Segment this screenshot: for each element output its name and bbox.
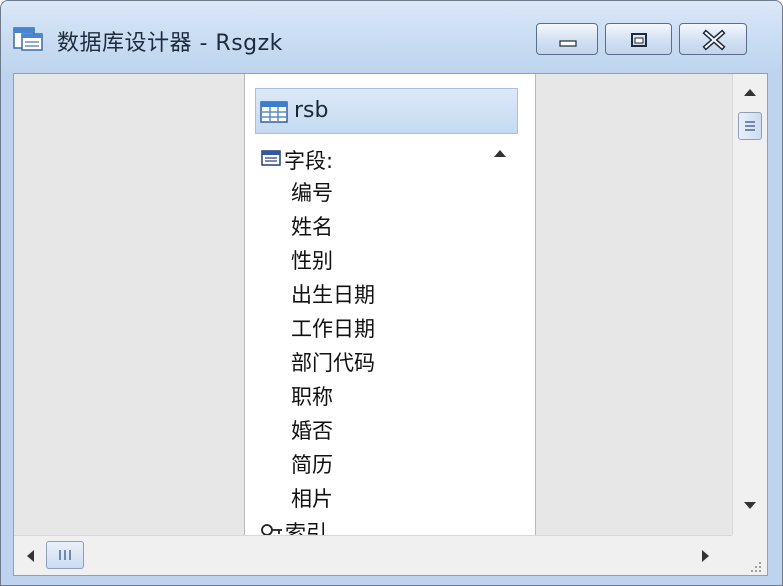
title-bar[interactable]: 数据库设计器 - Rsgzk [1,1,782,71]
scroll-up-arrow-icon[interactable] [493,149,507,159]
vertical-scrollbar[interactable] [732,74,767,535]
resize-grip-icon [751,562,761,572]
field-list-scrollbar[interactable] [485,137,518,535]
field-list[interactable]: 字段: 编号 姓名 性别 出生日期 工作日期 部门代码 职称 婚否 简历 相片 [257,137,485,535]
field-item[interactable]: 出生日期 [291,279,375,309]
field-item[interactable]: 性别 [291,245,333,275]
scroll-left-arrow-icon[interactable] [26,549,36,563]
table-window-rsb[interactable]: rsb 字段: 编号 姓名 性别 出生日期 工作日期 部门代码 职称 婚否 简历… [244,74,536,535]
vertical-scroll-thumb[interactable] [738,112,762,140]
resize-grip[interactable] [732,535,767,575]
designer-client-area: rsb 字段: 编号 姓名 性别 出生日期 工作日期 部门代码 职称 婚否 简历… [13,73,768,576]
field-item[interactable]: 职称 [291,381,333,411]
design-canvas[interactable]: rsb 字段: 编号 姓名 性别 出生日期 工作日期 部门代码 职称 婚否 简历… [14,74,732,535]
grip-lines-icon [745,121,755,131]
scroll-down-arrow-icon[interactable] [743,500,757,510]
window-title: 数据库设计器 - Rsgzk [57,31,283,56]
index-group-label: 索引 [285,521,327,535]
horizontal-scrollbar[interactable] [14,535,732,575]
field-item[interactable]: 相片 [291,483,333,513]
database-designer-window: 数据库设计器 - Rsgzk rsb 字段: 编号 姓名 性别 出生日期 工作日… [0,0,783,586]
table-header[interactable]: rsb [255,88,518,134]
close-button[interactable] [679,23,747,55]
table-name: rsb [294,98,329,123]
table-grid-icon [260,100,288,124]
field-item[interactable]: 工作日期 [291,313,375,343]
horizontal-scroll-thumb[interactable] [46,541,84,569]
field-item[interactable]: 婚否 [291,415,333,445]
scroll-right-arrow-icon[interactable] [700,549,710,563]
close-icon [702,29,726,51]
field-item[interactable]: 姓名 [291,211,333,241]
field-list-icon [261,147,281,166]
field-item[interactable]: 简历 [291,449,333,479]
database-designer-icon [13,25,43,51]
grip-lines-icon [59,550,71,560]
minimize-icon [559,40,577,47]
field-item[interactable]: 部门代码 [291,347,375,377]
index-key-icon [261,519,283,535]
field-item[interactable]: 编号 [291,177,333,207]
index-group-header[interactable]: 索引 [261,517,327,535]
fields-group-header[interactable]: 字段: [261,145,333,175]
fields-group-label: 字段: [284,149,334,173]
maximize-button[interactable] [605,23,672,55]
minimize-button[interactable] [536,23,598,55]
maximize-icon [631,33,647,47]
scroll-up-arrow-icon[interactable] [743,88,757,98]
